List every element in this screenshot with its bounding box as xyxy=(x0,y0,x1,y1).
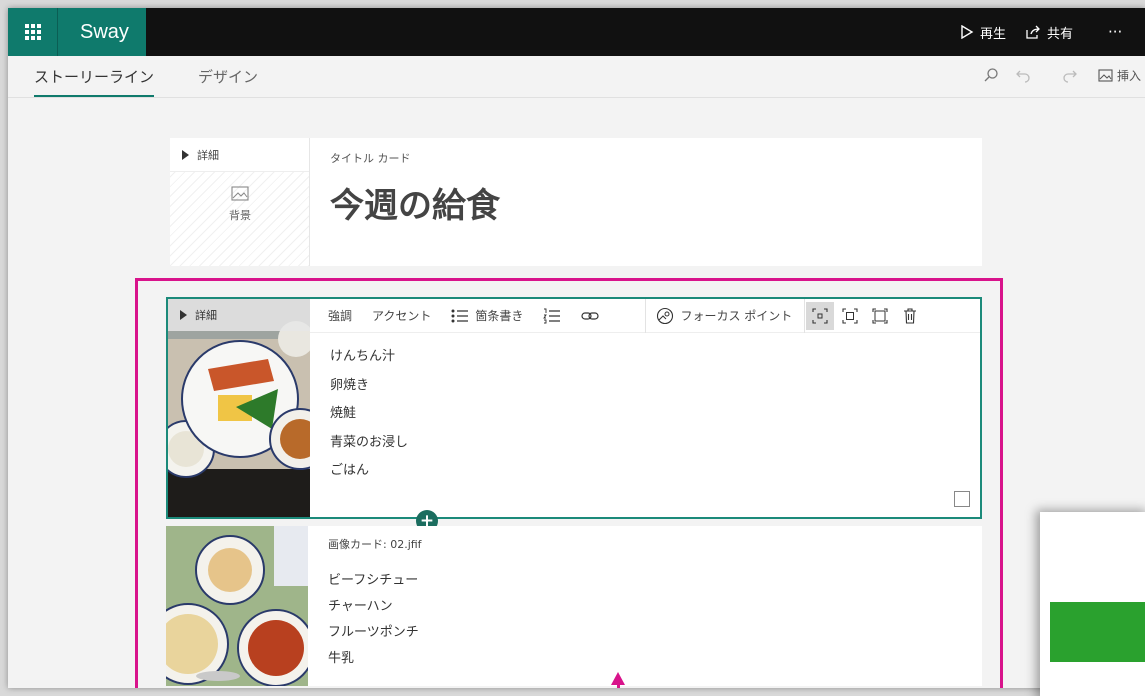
expand-triangle-icon xyxy=(182,149,189,160)
card-text-body[interactable]: けんちん汁 卵焼き 焼鮭 青菜のお浸し ごはん xyxy=(330,343,408,486)
share-button[interactable]: 共有 xyxy=(1025,8,1073,56)
tab-row: ストーリーライン デザイン 挿入 xyxy=(8,56,1145,98)
image-card[interactable]: 画像カード: 02.jfif ビーフシチュー チャーハン フルーツポンチ 牛乳 xyxy=(166,526,982,686)
emphasis-button[interactable]: 強調 xyxy=(310,299,362,333)
fit-medium-button[interactable] xyxy=(836,302,864,330)
accent-label: アクセント xyxy=(372,309,432,323)
undo-icon[interactable] xyxy=(1015,67,1031,83)
list-item[interactable]: 牛乳 xyxy=(328,646,419,672)
focus-point-icon xyxy=(657,307,674,324)
tab-storyline[interactable]: ストーリーライン xyxy=(34,66,155,97)
card-select-checkbox[interactable] xyxy=(954,491,970,507)
app-launcher-icon xyxy=(24,24,41,40)
play-label: 再生 xyxy=(980,26,1007,42)
accent-button[interactable]: アクセント xyxy=(362,299,441,333)
title-card-sidebar: 詳細 背景 xyxy=(170,138,310,266)
preview-title-banner xyxy=(1050,602,1145,662)
bulleted-list-icon xyxy=(451,309,469,322)
top-bar: Sway 再生 共有 ··· xyxy=(8,8,1145,56)
lunch-photo-2 xyxy=(166,526,308,686)
list-item[interactable]: チャーハン xyxy=(328,594,419,620)
text-toolbar: 強調 アクセント 箇条書き フォーカス ポイント xyxy=(310,298,980,333)
link-icon xyxy=(581,311,600,320)
list-item[interactable]: 卵焼き xyxy=(330,372,408,401)
insert-image-icon xyxy=(1098,69,1113,82)
preview-window xyxy=(1040,512,1145,696)
numbered-list-button[interactable] xyxy=(533,299,571,333)
fit-large-icon xyxy=(872,307,888,324)
text-card[interactable]: 詳細 強調 アクセント 箇条書き フォーカス ポイント けんちん汁 卵焼き 焼鮭… xyxy=(166,297,982,519)
details-toggle[interactable]: 詳細 xyxy=(170,138,309,172)
details-toggle[interactable]: 詳細 xyxy=(168,299,310,331)
list-item[interactable]: 焼鮭 xyxy=(330,400,408,429)
list-item[interactable]: ごはん xyxy=(330,457,408,486)
image-card-label: 画像カード: 02.jfif xyxy=(328,538,422,551)
background-label: 背景 xyxy=(229,209,251,222)
app-launcher-button[interactable] xyxy=(8,8,58,56)
image-card-text[interactable]: ビーフシチュー チャーハン フルーツポンチ 牛乳 xyxy=(328,568,419,672)
focus-point-button[interactable]: フォーカス ポイント xyxy=(646,299,802,333)
toolbar-divider xyxy=(804,298,806,333)
trash-icon xyxy=(904,307,917,324)
link-button[interactable] xyxy=(571,299,609,333)
lunch-photo-1 xyxy=(168,299,310,517)
list-item[interactable]: けんちん汁 xyxy=(330,343,408,372)
list-item[interactable]: フルーツポンチ xyxy=(328,620,419,646)
delete-button[interactable] xyxy=(896,302,924,330)
card-type-label: タイトル カード xyxy=(330,152,411,165)
storyline-canvas: 詳細 背景 タイトル カード 今週の給食 詳細 強調 アクセント 箇条書き フォ… xyxy=(8,98,1145,688)
details-label: 詳細 xyxy=(197,148,219,162)
numbered-list-icon xyxy=(543,308,561,323)
fit-large-button[interactable] xyxy=(866,302,894,330)
list-item[interactable]: ビーフシチュー xyxy=(328,568,419,594)
share-label: 共有 xyxy=(1047,26,1074,42)
fit-small-icon xyxy=(812,307,828,324)
fit-medium-icon xyxy=(842,307,858,324)
insert-button[interactable]: 挿入 xyxy=(1098,67,1141,84)
sway-window: Sway 再生 共有 ··· ストーリーライン デザイン 挿入 詳細 背景 タイ… xyxy=(8,8,1145,688)
bulleted-list-label: 箇条書き xyxy=(475,309,524,323)
bulleted-list-button[interactable]: 箇条書き xyxy=(441,299,533,333)
focus-point-label: フォーカス ポイント xyxy=(680,309,793,323)
title-card[interactable]: 詳細 背景 タイトル カード 今週の給食 xyxy=(170,138,982,266)
card-title-text[interactable]: 今週の給食 xyxy=(330,178,500,227)
insert-label: 挿入 xyxy=(1117,69,1142,83)
tab-design[interactable]: デザイン xyxy=(198,66,258,95)
play-icon xyxy=(961,25,974,39)
emphasis-label: 強調 xyxy=(328,309,353,323)
more-button[interactable]: ··· xyxy=(1108,8,1122,56)
more-icon: ··· xyxy=(1108,23,1123,41)
arrow-shaft xyxy=(617,684,620,688)
expand-triangle-icon xyxy=(180,310,187,320)
redo-icon[interactable] xyxy=(1062,67,1078,83)
fit-small-button[interactable] xyxy=(806,301,835,330)
share-icon xyxy=(1026,25,1040,39)
details-label: 詳細 xyxy=(195,309,217,322)
app-name[interactable]: Sway xyxy=(58,8,146,56)
play-button[interactable]: 再生 xyxy=(960,8,1006,56)
image-icon xyxy=(231,186,249,201)
list-item[interactable]: 青菜のお浸し xyxy=(330,429,408,458)
background-button[interactable]: 背景 xyxy=(170,186,310,223)
search-icon[interactable] xyxy=(983,67,999,83)
